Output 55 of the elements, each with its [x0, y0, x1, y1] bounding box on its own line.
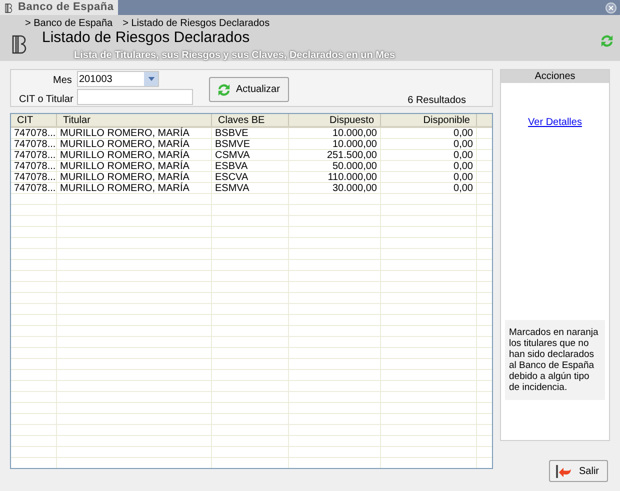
table-cell: CSMVA: [212, 150, 289, 160]
table-cell: 110.000,00: [289, 172, 381, 182]
table-cell: MURILLO ROMERO, MARÍA: [57, 161, 212, 171]
tab-label: Banco de España: [18, 0, 114, 16]
close-icon[interactable]: [605, 2, 617, 14]
table-cell: MURILLO ROMERO, MARÍA: [57, 150, 212, 160]
table-cell: 0,00: [381, 161, 477, 171]
table-cell: MURILLO ROMERO, MARÍA: [57, 128, 212, 138]
table-cell: BSBVE: [212, 128, 289, 138]
table-cell: 0,00: [381, 139, 477, 149]
column-header[interactable]: Disponible: [381, 114, 477, 126]
table-cell: BSMVE: [212, 139, 289, 149]
month-dropdown[interactable]: 201003: [77, 71, 159, 87]
table-cell: 0,00: [381, 183, 477, 193]
table-cell: 747078...: [11, 139, 57, 149]
actions-title: Acciones: [501, 70, 609, 83]
table-cell: MURILLO ROMERO, MARÍA: [57, 183, 212, 193]
column-header[interactable]: Claves BE: [212, 114, 289, 126]
table-cell: MURILLO ROMERO, MARÍA: [57, 139, 212, 149]
exit-button[interactable]: Salir: [549, 460, 608, 482]
refresh-button[interactable]: Actualizar: [209, 77, 289, 102]
logo-icon: [4, 2, 14, 12]
breadcrumb-link[interactable]: > Listado de Riesgos Declarados: [122, 16, 270, 31]
table-cell: ESCVA: [212, 172, 289, 182]
window-tab[interactable]: Banco de España: [0, 0, 118, 15]
table-cell: 0,00: [381, 150, 477, 160]
details-link[interactable]: Ver Detalles: [528, 115, 582, 130]
table-cell: 30.000,00: [289, 183, 381, 193]
table-cell: MURILLO ROMERO, MARÍA: [57, 172, 212, 182]
table-cell: 747078...: [11, 128, 57, 138]
result-count: 6 Resultados: [408, 94, 466, 108]
table-cell: 747078...: [11, 161, 57, 171]
table-cell: ESBVA: [212, 161, 289, 171]
table-cell: 10.000,00: [289, 128, 381, 138]
cit-label: CIT o Titular: [19, 93, 74, 107]
info-note: Marcados en naranja los titulares que no han sido declarados al Banco de España debido a algún tipo de incidencia.: [505, 320, 605, 400]
page-title: Listado de Riesgos Declarados: [42, 29, 250, 47]
page-subtitle: Lista de Titulares, sus Riesgos y sus Claves, Declarados en un Mes: [74, 49, 396, 63]
table-cell: 0,00: [381, 172, 477, 182]
column-header[interactable]: Titular: [57, 114, 212, 126]
table-cell: 747078...: [11, 150, 57, 160]
column-header[interactable]: CIT: [11, 114, 57, 126]
table-cell: 747078...: [11, 183, 57, 193]
breadcrumb-link[interactable]: > Banco de España: [25, 16, 113, 31]
table-cell: 0,00: [381, 128, 477, 138]
refresh-icon: [599, 33, 615, 49]
column-header[interactable]: Dispuesto: [289, 114, 381, 126]
table-cell: 10.000,00: [289, 139, 381, 149]
cit-field[interactable]: [77, 89, 193, 105]
table-cell: 50.000,00: [289, 161, 381, 171]
exit-arrow-icon: [556, 464, 571, 478]
table-cell: ESMVA: [212, 183, 289, 193]
table-cell: 251.500,00: [289, 150, 381, 160]
table-cell: 747078...: [11, 172, 57, 182]
month-label: Mes: [53, 74, 72, 88]
